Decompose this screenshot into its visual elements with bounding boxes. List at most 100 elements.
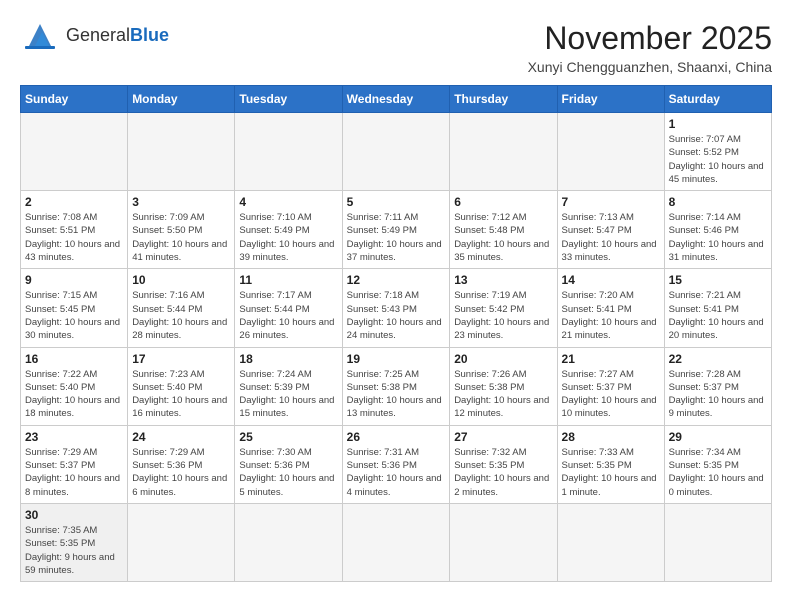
day-header-monday: Monday (128, 86, 235, 113)
calendar-cell: 28Sunrise: 7:33 AM Sunset: 5:35 PM Dayli… (557, 425, 664, 503)
day-number: 23 (25, 430, 123, 444)
day-info: Sunrise: 7:07 AM Sunset: 5:52 PM Dayligh… (669, 133, 767, 186)
calendar-cell: 13 Sunrise: 7:19 AM Sunset: 5:42 PM Dayli… (450, 269, 557, 347)
calendar-cell: 8Sunrise: 7:14 AM Sunset: 5:46 PM Daylig… (664, 191, 771, 269)
day-info: Sunrise: 7:18 AM Sunset: 5:43 PM Dayligh… (347, 289, 446, 342)
calendar-cell: 9Sunrise: 7:15 AM Sunset: 5:45 PM Daylig… (21, 269, 128, 347)
day-number: 24 (132, 430, 230, 444)
calendar-cell (235, 113, 342, 191)
day-number: 10 (132, 273, 230, 287)
day-number: 14 (562, 273, 660, 287)
calendar-cell: 14 Sunrise: 7:20 AM Sunset: 5:41 PM Dayli… (557, 269, 664, 347)
day-number: 7 (562, 195, 660, 209)
calendar-cell (450, 113, 557, 191)
day-number: 3 (132, 195, 230, 209)
day-header-sunday: Sunday (21, 86, 128, 113)
calendar-cell: 21Sunrise: 7:27 AM Sunset: 5:37 PM Dayli… (557, 347, 664, 425)
day-info: Sunrise: 7:09 AM Sunset: 5:50 PM Dayligh… (132, 211, 230, 264)
day-info: Sunrise: 7:19 AM Sunset: 5:42 PM Dayligh… (454, 289, 552, 342)
calendar-cell (235, 503, 342, 581)
calendar-cell: 18 Sunrise: 7:24 AM Sunset: 5:39 PM Dayli… (235, 347, 342, 425)
day-number: 16 (25, 352, 123, 366)
calendar-header-row: SundayMondayTuesdayWednesdayThursdayFrid… (21, 86, 772, 113)
calendar-cell: 6 Sunrise: 7:12 AM Sunset: 5:48 PM Daylig… (450, 191, 557, 269)
day-info: Sunrise: 7:34 AM Sunset: 5:35 PM Dayligh… (669, 446, 767, 499)
day-number: 26 (347, 430, 446, 444)
page-header: GeneralBlue November 2025 Xunyi Chenggua… (20, 20, 772, 75)
day-info: Sunrise: 7:12 AM Sunset: 5:48 PM Dayligh… (454, 211, 552, 264)
calendar-cell: 2 Sunrise: 7:08 AM Sunset: 5:51 PM Daylig… (21, 191, 128, 269)
day-number: 9 (25, 273, 123, 287)
day-number: 28 (562, 430, 660, 444)
day-number: 19 (347, 352, 446, 366)
calendar-cell: 10 Sunrise: 7:16 AM Sunset: 5:44 PM Dayli… (128, 269, 235, 347)
calendar-cell: 1 Sunrise: 7:07 AM Sunset: 5:52 PM Daylig… (664, 113, 771, 191)
day-header-wednesday: Wednesday (342, 86, 450, 113)
day-info: Sunrise: 7:20 AM Sunset: 5:41 PM Dayligh… (562, 289, 660, 342)
calendar-cell: 4 Sunrise: 7:10 AM Sunset: 5:49 PM Daylig… (235, 191, 342, 269)
calendar-cell: 29 Sunrise: 7:34 AM Sunset: 5:35 PM Dayli… (664, 425, 771, 503)
calendar-cell: 20Sunrise: 7:26 AM Sunset: 5:38 PM Dayli… (450, 347, 557, 425)
day-info: Sunrise: 7:25 AM Sunset: 5:38 PM Dayligh… (347, 368, 446, 421)
calendar-cell: 11Sunrise: 7:17 AM Sunset: 5:44 PM Dayli… (235, 269, 342, 347)
calendar-week-row: 30Sunrise: 7:35 AM Sunset: 5:35 PM Dayli… (21, 503, 772, 581)
calendar-cell: 27 Sunrise: 7:32 AM Sunset: 5:35 PM Dayli… (450, 425, 557, 503)
day-info: Sunrise: 7:08 AM Sunset: 5:51 PM Dayligh… (25, 211, 123, 264)
day-number: 30 (25, 508, 123, 522)
day-number: 4 (239, 195, 337, 209)
calendar-cell (21, 113, 128, 191)
day-info: Sunrise: 7:28 AM Sunset: 5:37 PM Dayligh… (669, 368, 767, 421)
day-number: 22 (669, 352, 767, 366)
calendar-week-row: 9Sunrise: 7:15 AM Sunset: 5:45 PM Daylig… (21, 269, 772, 347)
calendar-cell: 7 Sunrise: 7:13 AM Sunset: 5:47 PM Daylig… (557, 191, 664, 269)
day-header-thursday: Thursday (450, 86, 557, 113)
day-number: 1 (669, 117, 767, 131)
calendar-cell (128, 503, 235, 581)
calendar-week-row: 16 Sunrise: 7:22 AM Sunset: 5:40 PM Dayli… (21, 347, 772, 425)
day-number: 18 (239, 352, 337, 366)
calendar-cell: 22 Sunrise: 7:28 AM Sunset: 5:37 PM Dayli… (664, 347, 771, 425)
day-header-tuesday: Tuesday (235, 86, 342, 113)
calendar-week-row: 2 Sunrise: 7:08 AM Sunset: 5:51 PM Daylig… (21, 191, 772, 269)
day-info: Sunrise: 7:30 AM Sunset: 5:36 PM Dayligh… (239, 446, 337, 499)
calendar-cell: 17 Sunrise: 7:23 AM Sunset: 5:40 PM Dayli… (128, 347, 235, 425)
calendar-week-row: 23 Sunrise: 7:29 AM Sunset: 5:37 PM Dayli… (21, 425, 772, 503)
day-header-saturday: Saturday (664, 86, 771, 113)
calendar-cell: 15 Sunrise: 7:21 AM Sunset: 5:41 PM Dayli… (664, 269, 771, 347)
day-number: 17 (132, 352, 230, 366)
day-info: Sunrise: 7:22 AM Sunset: 5:40 PM Dayligh… (25, 368, 123, 421)
day-info: Sunrise: 7:24 AM Sunset: 5:39 PM Dayligh… (239, 368, 337, 421)
day-number: 29 (669, 430, 767, 444)
day-number: 5 (347, 195, 446, 209)
day-info: Sunrise: 7:31 AM Sunset: 5:36 PM Dayligh… (347, 446, 446, 499)
calendar-cell (664, 503, 771, 581)
day-info: Sunrise: 7:29 AM Sunset: 5:37 PM Dayligh… (25, 446, 123, 499)
day-info: Sunrise: 7:13 AM Sunset: 5:47 PM Dayligh… (562, 211, 660, 264)
calendar-cell: 12 Sunrise: 7:18 AM Sunset: 5:43 PM Dayli… (342, 269, 450, 347)
day-info: Sunrise: 7:16 AM Sunset: 5:44 PM Dayligh… (132, 289, 230, 342)
calendar-cell: 3 Sunrise: 7:09 AM Sunset: 5:50 PM Daylig… (128, 191, 235, 269)
day-number: 15 (669, 273, 767, 287)
calendar-cell (557, 503, 664, 581)
day-info: Sunrise: 7:23 AM Sunset: 5:40 PM Dayligh… (132, 368, 230, 421)
day-number: 13 (454, 273, 552, 287)
day-number: 25 (239, 430, 337, 444)
calendar-cell: 16 Sunrise: 7:22 AM Sunset: 5:40 PM Dayli… (21, 347, 128, 425)
day-number: 12 (347, 273, 446, 287)
day-info: Sunrise: 7:17 AM Sunset: 5:44 PM Dayligh… (239, 289, 337, 342)
day-number: 27 (454, 430, 552, 444)
day-number: 6 (454, 195, 552, 209)
title-section: November 2025 Xunyi Chengguanzhen, Shaan… (528, 20, 772, 75)
day-number: 2 (25, 195, 123, 209)
day-info: Sunrise: 7:32 AM Sunset: 5:35 PM Dayligh… (454, 446, 552, 499)
calendar-cell: 19 Sunrise: 7:25 AM Sunset: 5:38 PM Dayli… (342, 347, 450, 425)
day-info: Sunrise: 7:21 AM Sunset: 5:41 PM Dayligh… (669, 289, 767, 342)
logo-icon (20, 20, 60, 52)
calendar-cell (450, 503, 557, 581)
calendar-cell (557, 113, 664, 191)
day-number: 8 (669, 195, 767, 209)
day-info: Sunrise: 7:10 AM Sunset: 5:49 PM Dayligh… (239, 211, 337, 264)
calendar-cell: 26 Sunrise: 7:31 AM Sunset: 5:36 PM Dayli… (342, 425, 450, 503)
day-info: Sunrise: 7:27 AM Sunset: 5:37 PM Dayligh… (562, 368, 660, 421)
calendar-cell: 30Sunrise: 7:35 AM Sunset: 5:35 PM Dayli… (21, 503, 128, 581)
